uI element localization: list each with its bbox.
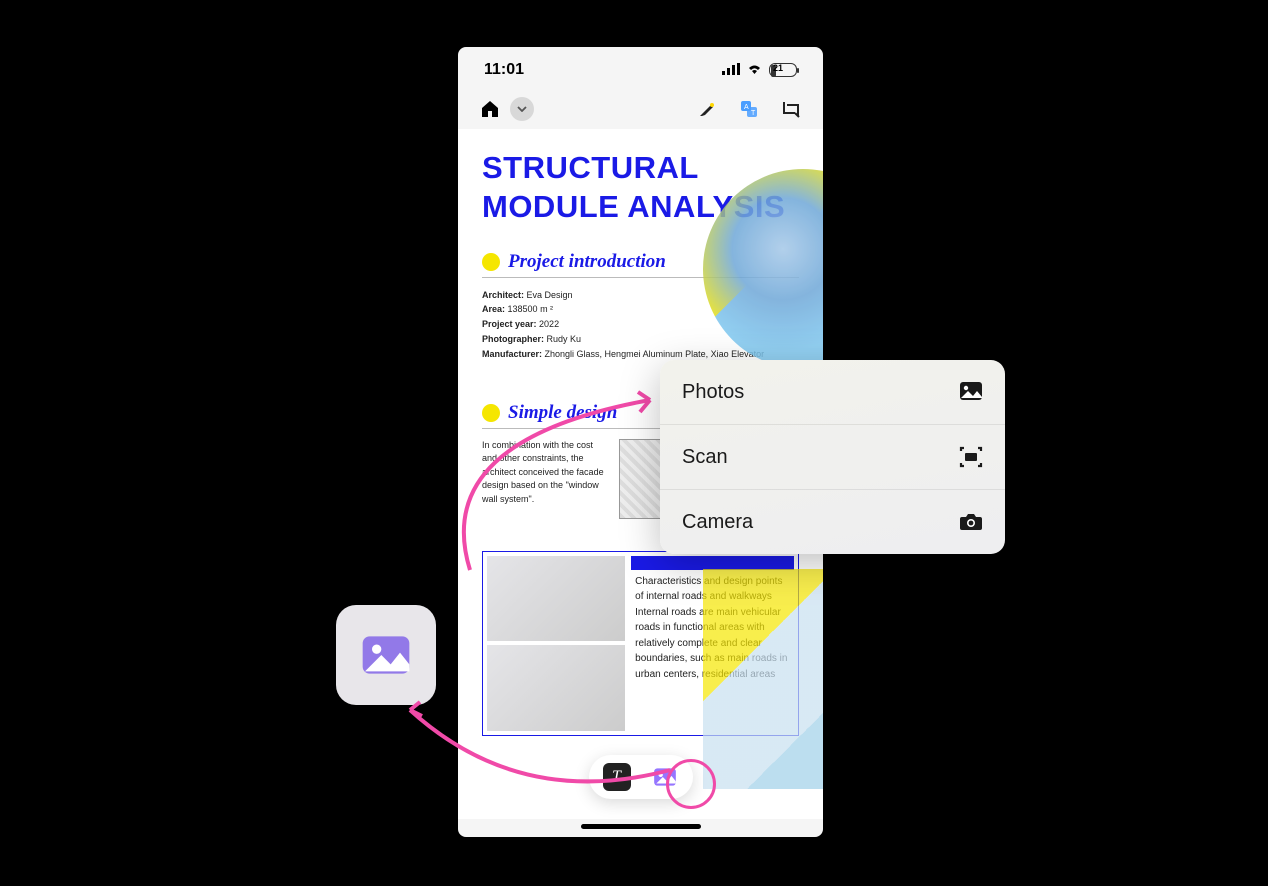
chevron-down-icon[interactable] (510, 97, 534, 121)
app-toolbar: AT (458, 89, 823, 129)
bullet-icon (482, 404, 500, 422)
menu-label: Photos (682, 381, 744, 404)
menu-label: Camera (682, 511, 753, 534)
bullet-icon (482, 253, 500, 271)
status-time: 11:01 (484, 61, 524, 79)
camera-icon (959, 510, 983, 534)
highlighter-icon[interactable] (695, 97, 719, 121)
insert-text-button[interactable]: T (603, 763, 631, 791)
battery-icon: 21 (769, 63, 797, 77)
svg-text:T: T (751, 110, 756, 117)
figure-banner (631, 556, 794, 570)
menu-item-camera[interactable]: Camera (660, 490, 1005, 554)
insert-image-button[interactable] (651, 763, 679, 791)
status-bar: 11:01 21 (458, 47, 823, 89)
insert-toolbar: T (589, 755, 693, 799)
home-icon[interactable] (478, 97, 502, 121)
home-indicator[interactable] (581, 824, 701, 829)
illustration-building-2 (703, 569, 823, 789)
insert-image-menu: Photos Scan Camera (660, 360, 1005, 554)
section-title: Project introduction (508, 251, 666, 273)
wifi-icon (746, 62, 763, 78)
crop-icon[interactable] (779, 97, 803, 121)
figure-image-bottom (487, 645, 625, 731)
menu-item-scan[interactable]: Scan (660, 425, 1005, 490)
cellular-icon (722, 63, 740, 78)
scan-icon (959, 445, 983, 469)
menu-item-photos[interactable]: Photos (660, 360, 1005, 425)
figure-image-top (487, 556, 625, 642)
status-indicators: 21 (722, 62, 797, 78)
photo-icon (959, 380, 983, 404)
section-title: Simple design (508, 402, 617, 424)
translate-icon[interactable]: AT (737, 97, 761, 121)
svg-text:A: A (744, 104, 749, 111)
menu-label: Scan (682, 446, 728, 469)
section-body-text: In combination with the cost and other c… (482, 439, 609, 519)
image-icon-callout (336, 605, 436, 705)
